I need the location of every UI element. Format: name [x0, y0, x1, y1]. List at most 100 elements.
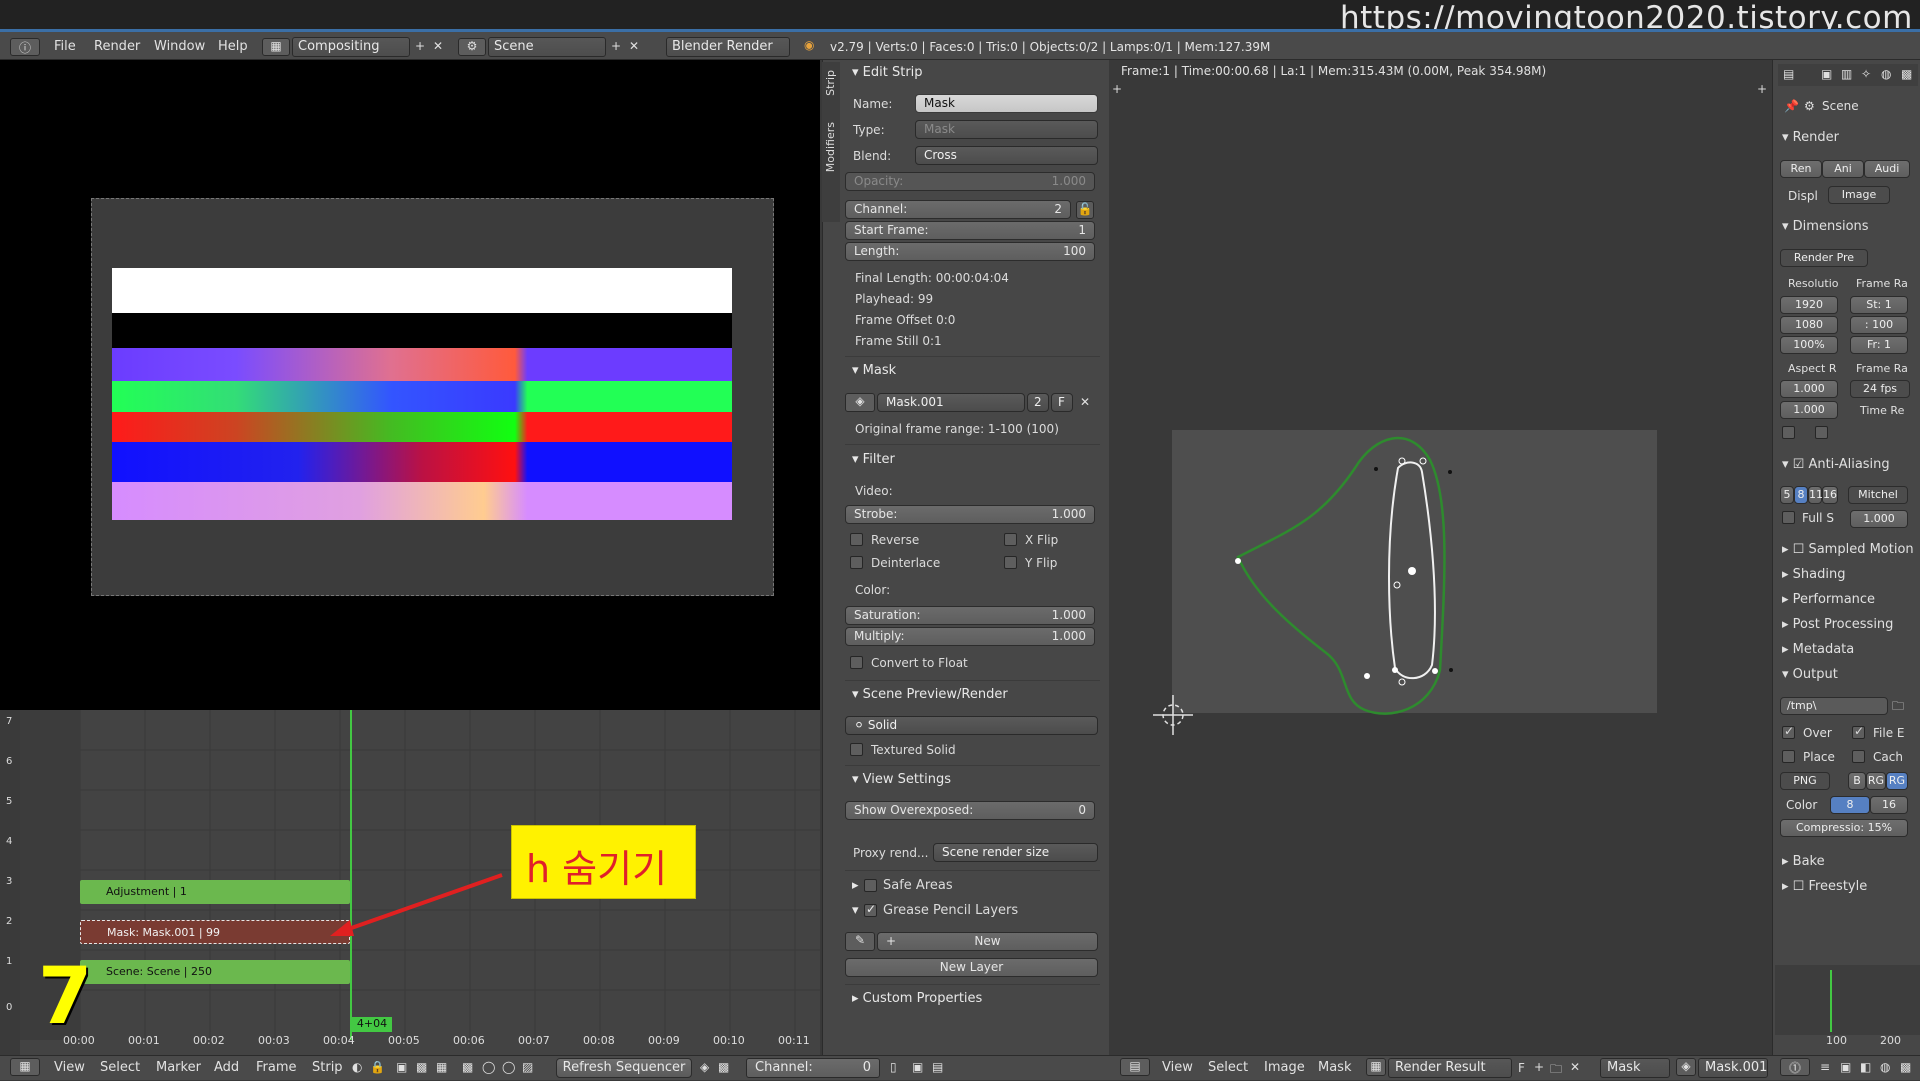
- delete-scene-icon[interactable]: ✕: [626, 39, 642, 53]
- filter-dropdown[interactable]: Mitchel: [1848, 486, 1908, 504]
- bake-header[interactable]: ▸ Bake: [1782, 854, 1825, 869]
- display-mode-icon[interactable]: ▣: [396, 1060, 407, 1074]
- info-editor-icon[interactable]: ⓘ: [10, 38, 40, 56]
- image-browse-icon[interactable]: ▦: [1366, 1058, 1386, 1076]
- unlink-image-icon[interactable]: ✕: [1570, 1060, 1580, 1074]
- safe-area-icon[interactable]: ◯: [502, 1060, 515, 1074]
- unlink-mask-icon[interactable]: ✕: [1077, 395, 1093, 409]
- resolution-percent-field[interactable]: 100%: [1780, 336, 1838, 354]
- saturation-field[interactable]: Saturation: 1.000: [845, 606, 1095, 625]
- resolution-y-field[interactable]: 1080: [1780, 316, 1838, 334]
- strip-scene[interactable]: Scene: Scene | 250: [80, 960, 350, 984]
- display-dropdown[interactable]: Image: [1828, 186, 1890, 204]
- aa-11-button[interactable]: 11: [1808, 486, 1823, 504]
- expand-icon[interactable]: +: [1112, 82, 1122, 96]
- start-frame-field[interactable]: St: 1: [1850, 296, 1908, 314]
- img-menu-select[interactable]: Select: [1208, 1060, 1248, 1075]
- performance-header[interactable]: ▸ Performance: [1782, 592, 1875, 607]
- xflip-checkbox[interactable]: [1004, 533, 1017, 546]
- seq-menu-add[interactable]: Add: [214, 1060, 239, 1075]
- render-tab-icon[interactable]: ▣: [1821, 67, 1832, 81]
- render-icon[interactable]: ▤: [932, 1060, 943, 1074]
- img-menu-view[interactable]: View: [1162, 1060, 1193, 1075]
- render-button[interactable]: Ren: [1780, 160, 1822, 178]
- frame-step-field[interactable]: Fr: 1: [1850, 336, 1908, 354]
- screen-layout-field[interactable]: Compositing: [292, 37, 410, 57]
- menu-window[interactable]: Window: [154, 39, 205, 54]
- seq-menu-strip[interactable]: Strip: [312, 1060, 343, 1075]
- properties-editor-icon[interactable]: ⓵: [1780, 1058, 1810, 1076]
- output-header[interactable]: ▾ Output: [1782, 667, 1838, 682]
- snap-icon[interactable]: ◈: [700, 1060, 709, 1074]
- reverse-checkbox[interactable]: [850, 533, 863, 546]
- img-menu-image[interactable]: Image: [1264, 1060, 1305, 1075]
- fake-user-toggle[interactable]: F: [1518, 1061, 1525, 1075]
- mini-timeline[interactable]: [1775, 965, 1920, 1035]
- view-settings-header[interactable]: ▾ View Settings: [852, 772, 951, 787]
- mask-fake-user[interactable]: F: [1051, 393, 1073, 412]
- expand-right-icon[interactable]: +: [1757, 82, 1767, 96]
- mask-browse-icon[interactable]: ◈: [1676, 1058, 1696, 1076]
- view-type-icon[interactable]: ◐: [352, 1060, 362, 1074]
- aa-5-button[interactable]: 5: [1780, 486, 1794, 504]
- anti-aliasing-header[interactable]: ▾ ☑ Anti-Aliasing: [1782, 457, 1890, 472]
- deinterlace-checkbox[interactable]: [850, 556, 863, 569]
- open-image-icon[interactable]: 🗀: [1550, 1060, 1562, 1081]
- resolution-x-field[interactable]: 1920: [1780, 296, 1838, 314]
- world-icon[interactable]: ◍: [1880, 1060, 1890, 1074]
- fps-dropdown[interactable]: 24 fps: [1850, 380, 1910, 398]
- show-overexposed-field[interactable]: Show Overexposed: 0: [845, 801, 1095, 820]
- convert-float-checkbox[interactable]: [850, 656, 863, 669]
- grease-pencil-checkbox[interactable]: ✓: [864, 902, 877, 917]
- new-grease-pencil-button[interactable]: + New: [877, 932, 1098, 951]
- list-icon[interactable]: ≡: [1820, 1060, 1830, 1074]
- compression-slider[interactable]: Compressio: 15%: [1780, 819, 1908, 837]
- add-icon[interactable]: +: [412, 39, 428, 53]
- animation-button[interactable]: Ani: [1822, 160, 1864, 178]
- scene-tab-icon[interactable]: ✧: [1861, 67, 1871, 81]
- zoom-icon[interactable]: ▯: [890, 1060, 897, 1074]
- color-depth-8-button[interactable]: 8: [1830, 796, 1870, 814]
- mask-panel-header[interactable]: ▾ Mask: [852, 363, 896, 378]
- object-tab-icon[interactable]: ▩: [1901, 67, 1912, 81]
- dimensions-header[interactable]: ▾ Dimensions: [1782, 219, 1869, 234]
- mask-datablock-field[interactable]: Mask.001: [877, 393, 1025, 412]
- mask-datablock-dropdown[interactable]: Mask.001: [1698, 1058, 1768, 1078]
- pin-icon[interactable]: 📌: [1784, 99, 1799, 113]
- render-preview-icon[interactable]: ▣: [1840, 1060, 1851, 1074]
- menu-help[interactable]: Help: [218, 39, 248, 54]
- backdrop-icon[interactable]: ▩: [718, 1060, 729, 1074]
- mask-datablock-icon[interactable]: ◈: [845, 393, 875, 412]
- folder-icon[interactable]: 🗀: [1892, 697, 1904, 718]
- channel-display-icon[interactable]: ▩: [416, 1060, 427, 1074]
- close-icon[interactable]: ✕: [430, 39, 446, 53]
- strip-mask[interactable]: Mask: Mask.001 | 99: [80, 920, 350, 944]
- aa-16-button[interactable]: 16: [1822, 486, 1838, 504]
- post-processing-header[interactable]: ▸ Post Processing: [1782, 617, 1893, 632]
- properties-editor-icon[interactable]: ▤: [1783, 67, 1794, 81]
- placeholders-checkbox[interactable]: [1782, 750, 1795, 763]
- menu-file[interactable]: File: [54, 39, 76, 54]
- seq-menu-marker[interactable]: Marker: [156, 1060, 201, 1075]
- multiply-field[interactable]: Multiply: 1.000: [845, 627, 1095, 646]
- rgb-button[interactable]: RG: [1866, 772, 1886, 790]
- color-depth-16-button[interactable]: 16: [1870, 796, 1908, 814]
- object-icon[interactable]: ▩: [1900, 1060, 1911, 1074]
- render-presets-dropdown[interactable]: Render Pre: [1780, 249, 1868, 267]
- aa-8-button[interactable]: 8: [1794, 486, 1808, 504]
- image-editor-icon[interactable]: ▤: [1120, 1058, 1150, 1076]
- overlay-icon[interactable]: ▦: [436, 1060, 447, 1074]
- sampled-motion-header[interactable]: ▸ ☐ Sampled Motion: [1782, 542, 1914, 557]
- world-tab-icon[interactable]: ◍: [1881, 67, 1891, 81]
- layers-tab-icon[interactable]: ▥: [1841, 67, 1852, 81]
- filter-panel-header[interactable]: ▾ Filter: [852, 452, 895, 467]
- new-layer-button[interactable]: New Layer: [845, 958, 1098, 977]
- end-frame-field[interactable]: : 100: [1850, 316, 1908, 334]
- overwrite-checkbox[interactable]: ✓: [1782, 724, 1795, 739]
- scene-preview-header[interactable]: ▾ Scene Preview/Render: [852, 687, 1008, 702]
- new-image-icon[interactable]: +: [1534, 1060, 1544, 1074]
- bw-button[interactable]: B: [1848, 772, 1866, 790]
- lock-view-icon[interactable]: 🔒: [370, 1060, 385, 1074]
- blend-mode-dropdown[interactable]: Cross: [915, 146, 1098, 165]
- scene-field[interactable]: Scene: [488, 37, 606, 57]
